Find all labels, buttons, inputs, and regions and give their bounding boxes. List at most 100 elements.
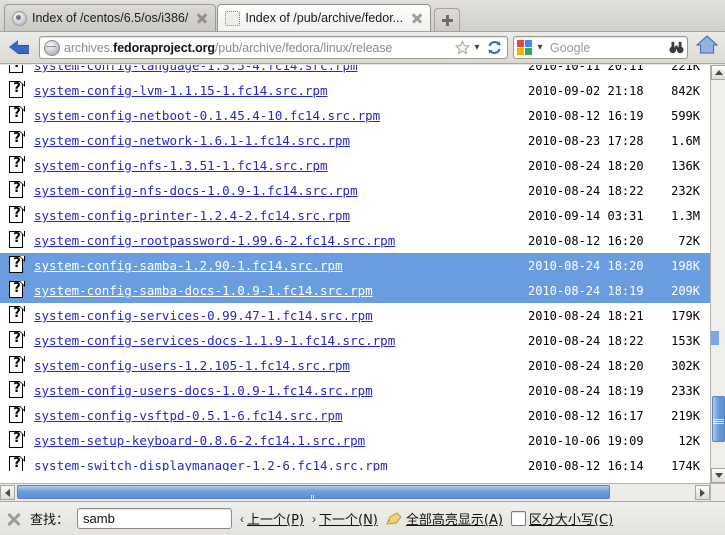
file-size: 842K <box>671 83 700 98</box>
tab-fedora[interactable]: Index of /pub/archive/fedor... <box>217 4 432 31</box>
file-date: 2010-08-24 18:21 <box>528 308 644 323</box>
file-link[interactable]: system-config-network-1.6.1-1.fc14.src.r… <box>34 133 350 148</box>
home-icon <box>695 35 719 60</box>
file-link[interactable]: system-config-language-1.3.5-4.fc14.src.… <box>34 65 358 73</box>
back-arrow-icon <box>9 40 29 55</box>
search-input[interactable]: Google <box>547 41 668 55</box>
file-size: 302K <box>671 358 700 373</box>
search-bar[interactable]: ▾ Google <box>513 36 688 59</box>
page-content: ? system-config-language-1.3.5-4.fc14.src… <box>0 65 725 502</box>
table-row[interactable]: ? system-config-services-0.99.47-1.fc14.s… <box>0 303 710 328</box>
table-row[interactable]: ? system-config-samba-1.2.90-1.fc14.src.r… <box>0 253 710 278</box>
table-row[interactable]: ? system-config-printer-1.2.4-2.fc14.src.… <box>0 203 710 228</box>
star-icon[interactable] <box>455 40 470 55</box>
chevron-down-icon[interactable]: ▾ <box>533 42 547 53</box>
table-row[interactable]: ? system-config-nfs-1.3.51-1.fc14.src.rpm… <box>0 153 710 178</box>
file-link[interactable]: system-config-samba-docs-1.0.9-1.fc14.sr… <box>34 283 373 298</box>
table-row[interactable]: ? system-config-netboot-0.1.45.4-10.fc14.… <box>0 103 710 128</box>
reload-icon[interactable] <box>484 40 504 55</box>
file-link[interactable]: system-config-lvm-1.1.15-1.fc14.src.rpm <box>34 83 328 98</box>
tab-title: Index of /pub/archive/fedor... <box>245 11 404 25</box>
find-label: 查找： <box>30 513 70 528</box>
file-link[interactable]: system-config-printer-1.2.4-2.fc14.src.r… <box>34 208 350 223</box>
scroll-up-button[interactable] <box>711 65 725 80</box>
page-icon <box>225 10 241 26</box>
find-previous-label: 上一个(P) <box>247 513 304 528</box>
table-row[interactable]: ? system-setup-keyboard-0.8.6-2.fc14.1.sr… <box>0 428 710 453</box>
table-row[interactable]: ? system-config-lvm-1.1.15-1.fc14.src.rpm… <box>0 78 710 103</box>
file-size: 221K <box>671 65 700 73</box>
home-button[interactable] <box>693 35 721 60</box>
unknown-file-icon: ? <box>9 355 25 375</box>
file-link[interactable]: system-config-rootpassword-1.99.6-2.fc14… <box>34 233 395 248</box>
back-button[interactable] <box>4 35 34 61</box>
chevron-right-icon <box>700 488 705 497</box>
file-size: 209K <box>671 283 700 298</box>
unknown-file-icon: ? <box>9 180 25 200</box>
vertical-scrollbar[interactable] <box>710 65 725 483</box>
file-size: 232K <box>671 183 700 198</box>
find-previous-button[interactable]: ‹ 上一个(P) <box>240 509 304 529</box>
file-link[interactable]: system-config-users-docs-1.0.9-1.fc14.sr… <box>34 383 373 398</box>
unknown-file-icon: ? <box>9 305 25 325</box>
table-row[interactable]: ? system-config-vsftpd-0.5.1-6.fc14.src.r… <box>0 403 710 428</box>
file-link[interactable]: system-config-services-0.99.47-1.fc14.sr… <box>34 308 373 323</box>
file-link[interactable]: system-config-samba-1.2.90-1.fc14.src.rp… <box>34 258 343 273</box>
scroll-left-button[interactable] <box>0 485 15 500</box>
unknown-file-icon: ? <box>9 280 25 300</box>
horizontal-scrollbar[interactable] <box>0 483 710 501</box>
tab-centos[interactable]: Index of /centos/6.5/os/i386/ <box>4 4 217 31</box>
close-icon[interactable] <box>410 11 424 25</box>
file-size: 179K <box>671 308 700 323</box>
close-icon[interactable] <box>195 11 209 25</box>
table-row[interactable]: ? system-config-users-docs-1.0.9-1.fc14.s… <box>0 378 710 403</box>
new-tab-button[interactable] <box>434 8 461 31</box>
file-size: 233K <box>671 383 700 398</box>
file-size: 136K <box>671 158 700 173</box>
unknown-file-icon: ? <box>9 105 25 125</box>
checkbox-icon[interactable] <box>510 511 526 526</box>
close-icon[interactable] <box>6 511 22 527</box>
file-date: 2010-08-12 16:20 <box>528 233 644 248</box>
file-link[interactable]: system-config-nfs-1.3.51-1.fc14.src.rpm <box>34 158 328 173</box>
grip-icon <box>311 489 316 501</box>
google-icon <box>517 40 532 55</box>
table-row[interactable]: ? system-config-services-docs-1.1.9-1.fc1… <box>0 328 710 353</box>
table-row[interactable]: ? system-config-network-1.6.1-1.fc14.src.… <box>0 128 710 153</box>
address-bar[interactable]: archives.fedoraproject.org/pub/archive/f… <box>39 36 508 59</box>
scroll-down-button[interactable] <box>711 468 725 483</box>
find-next-button[interactable]: › 下一个(N) <box>312 509 378 529</box>
file-link[interactable]: system-switch-displaymanager-1.2-6.fc14.… <box>34 458 388 471</box>
highlight-all-button[interactable]: 全部高亮显示(A) <box>386 509 503 528</box>
binoculars-icon[interactable] <box>668 41 684 54</box>
chevron-up-icon <box>714 70 723 75</box>
file-date: 2010-08-12 16:14 <box>528 458 644 472</box>
file-size: 1.3M <box>671 208 700 223</box>
chevron-down-icon[interactable]: ▾ <box>470 42 484 53</box>
directory-listing: ? system-config-language-1.3.5-4.fc14.src… <box>0 65 710 471</box>
file-size: 219K <box>671 408 700 423</box>
table-row[interactable]: ? system-config-users-1.2.105-1.fc14.src.… <box>0 353 710 378</box>
tab-title: Index of /centos/6.5/os/i386/ <box>32 11 189 25</box>
table-row[interactable]: ? system-config-language-1.3.5-4.fc14.src… <box>0 65 710 78</box>
file-date: 2010-08-24 18:19 <box>528 283 644 298</box>
file-link[interactable]: system-config-nfs-docs-1.0.9-1.fc14.src.… <box>34 183 358 198</box>
find-input[interactable]: samb <box>77 508 233 529</box>
table-row[interactable]: ? system-switch-displaymanager-1.2-6.fc14… <box>0 453 710 471</box>
file-link[interactable]: system-setup-keyboard-0.8.6-2.fc14.1.src… <box>34 433 365 448</box>
vertical-scroll-thumb[interactable] <box>712 396 725 442</box>
match-case-checkbox[interactable]: 区分大小写(C) <box>510 509 613 528</box>
file-link[interactable]: system-config-vsftpd-0.5.1-6.fc14.src.rp… <box>34 408 343 423</box>
horizontal-scroll-thumb[interactable] <box>17 485 610 501</box>
scroll-right-button[interactable] <box>695 485 710 500</box>
file-link[interactable]: system-config-netboot-0.1.45.4-10.fc14.s… <box>34 108 380 123</box>
file-link[interactable]: system-config-users-1.2.105-1.fc14.src.r… <box>34 358 350 373</box>
table-row[interactable]: ? system-config-nfs-docs-1.0.9-1.fc14.src… <box>0 178 710 203</box>
file-date: 2010-08-23 17:28 <box>528 133 644 148</box>
unknown-file-icon: ? <box>9 155 25 175</box>
table-row[interactable]: ? system-config-rootpassword-1.99.6-2.fc1… <box>0 228 710 253</box>
file-link[interactable]: system-config-services-docs-1.1.9-1.fc14… <box>34 333 395 348</box>
table-row[interactable]: ? system-config-samba-docs-1.0.9-1.fc14.s… <box>0 278 710 303</box>
navigation-toolbar: archives.fedoraproject.org/pub/archive/f… <box>0 32 725 64</box>
globe-icon <box>44 39 60 56</box>
